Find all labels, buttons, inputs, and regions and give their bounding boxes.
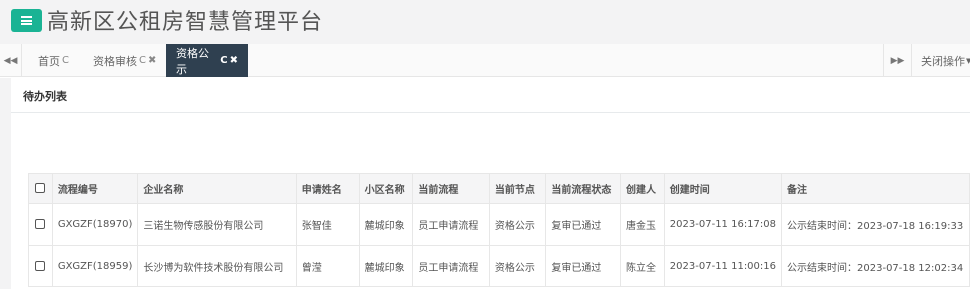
table-cell: GXGZF(18959): [51, 245, 139, 287]
table-row[interactable]: GXGZF(18959) 长沙博为软件技术股份有限公司 曾滢 麓城印象 员工申请…: [28, 245, 970, 287]
column-header[interactable]: 申请姓名: [295, 173, 360, 204]
refresh-icon[interactable]: C: [139, 55, 146, 66]
tab-qualification-publicity[interactable]: 资格公示 C ✖: [166, 44, 248, 77]
close-operations-dropdown[interactable]: 关闭操作 ▼: [911, 44, 970, 77]
table-cell: 员工申请流程: [412, 245, 490, 287]
table-row[interactable]: GXGZF(18970) 三诺生物传感股份有限公司 张智佳 麓城印象 员工申请流…: [28, 203, 970, 246]
tab-bar: ◀◀ 首页 C 资格审核 C ✖ 资格公示 C ✖ ▶▶ 关闭操作 ▼: [0, 44, 970, 77]
refresh-icon[interactable]: C: [62, 55, 69, 66]
menu-toggle-button[interactable]: [11, 9, 42, 32]
table-cell: 复审已通过: [545, 203, 622, 246]
table-cell: 资格公示: [488, 245, 547, 287]
table-header-row: 流程编号 企业名称 申请姓名 小区名称 当前流程 当前节点 当前流程状态 创建人…: [28, 173, 970, 204]
close-icon[interactable]: ✖: [148, 55, 156, 66]
table-cell: 张智佳: [295, 203, 360, 246]
tab-home[interactable]: 首页 C: [28, 44, 79, 77]
table-cell: 公示结束时间：2023-07-18 12:02:34: [781, 245, 970, 287]
column-header[interactable]: 当前流程状态: [545, 173, 622, 204]
close-ops-label: 关闭操作: [921, 54, 965, 68]
select-all-cell[interactable]: [28, 173, 53, 204]
table-cell: 三诺生物传感股份有限公司: [137, 203, 297, 246]
select-all-checkbox[interactable]: [35, 183, 46, 193]
table-cell: 麓城印象: [358, 203, 414, 246]
table-cell: 复审已通过: [545, 245, 622, 287]
column-header[interactable]: 创建人: [620, 173, 665, 204]
table-cell: 唐金玉: [620, 203, 665, 246]
table-cell: 公示结束时间：2023-07-18 16:19:33: [781, 203, 970, 246]
row-select-cell[interactable]: [28, 203, 53, 246]
column-header[interactable]: 当前节点: [488, 173, 547, 204]
todo-table: 流程编号 企业名称 申请姓名 小区名称 当前流程 当前节点 当前流程状态 创建人…: [28, 173, 970, 287]
backward-icon[interactable]: ◀◀: [0, 44, 22, 77]
table-cell: 陈立全: [620, 245, 665, 287]
table-cell: GXGZF(18970): [51, 203, 139, 246]
table-cell: 2023-07-11 16:17:08: [663, 203, 783, 246]
column-header[interactable]: 流程编号: [51, 173, 139, 204]
table-cell: 麓城印象: [358, 245, 414, 287]
table-cell: 员工申请流程: [412, 203, 490, 246]
table-cell: 曾滢: [295, 245, 360, 287]
table-cell: 长沙博为软件技术股份有限公司: [137, 245, 297, 287]
column-header[interactable]: 备注: [781, 173, 970, 204]
hamburger-icon: [21, 16, 32, 25]
top-bar: 高新区公租房智慧管理平台: [0, 0, 970, 44]
column-header[interactable]: 当前流程: [412, 173, 490, 204]
panel-title: 待办列表: [23, 90, 67, 103]
column-header[interactable]: 小区名称: [358, 173, 414, 204]
row-checkbox[interactable]: [35, 219, 46, 229]
panel-divider: [11, 112, 970, 113]
tab-label: 资格公示: [176, 46, 209, 76]
close-icon[interactable]: ✖: [230, 55, 238, 66]
column-header[interactable]: 企业名称: [137, 173, 297, 204]
tab-qualification-review[interactable]: 资格审核 C ✖: [83, 44, 166, 77]
row-checkbox[interactable]: [35, 260, 46, 271]
table-cell: 资格公示: [488, 203, 547, 246]
column-header[interactable]: 创建时间: [663, 173, 783, 204]
tab-label: 资格审核: [93, 54, 137, 68]
forward-icon[interactable]: ▶▶: [883, 44, 911, 77]
refresh-icon[interactable]: C: [220, 55, 227, 66]
row-select-cell[interactable]: [28, 245, 53, 287]
table-cell: 2023-07-11 11:00:16: [663, 245, 783, 287]
tab-label: 首页: [38, 54, 60, 68]
app-title: 高新区公租房智慧管理平台: [47, 10, 324, 35]
caret-down-icon: ▼: [966, 56, 970, 65]
